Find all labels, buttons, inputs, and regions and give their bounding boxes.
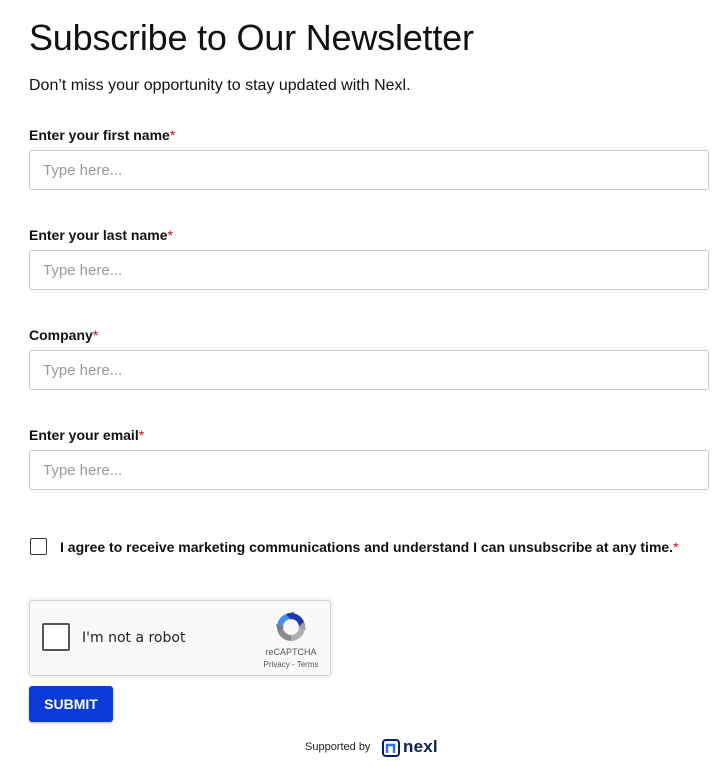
last-name-input[interactable] xyxy=(29,250,709,290)
nexl-logo-icon[interactable] xyxy=(382,739,400,757)
required-marker: * xyxy=(673,539,679,555)
last-name-label: Enter your last name* xyxy=(29,226,173,244)
consent-label: I agree to receive marketing communicati… xyxy=(60,538,679,556)
last-name-label-text: Enter your last name xyxy=(29,227,168,243)
required-marker: * xyxy=(92,327,99,343)
supported-by-footer: Supported by nexl xyxy=(305,737,505,758)
required-marker: * xyxy=(167,227,173,243)
first-name-label: Enter your first name* xyxy=(29,126,175,144)
required-marker: * xyxy=(169,127,176,143)
required-marker: * xyxy=(138,427,145,443)
first-name-input[interactable] xyxy=(29,150,709,190)
newsletter-form-page: Subscribe to Our Newsletter Don’t miss y… xyxy=(29,0,709,784)
email-label-text: Enter your email xyxy=(29,427,139,443)
recaptcha-brand: reCAPTCHA xyxy=(265,647,317,657)
recaptcha-privacy-terms-link[interactable]: Privacy - Terms xyxy=(250,660,332,669)
recaptcha-label: I'm not a robot xyxy=(82,630,186,646)
consent-checkbox[interactable] xyxy=(30,538,47,555)
company-label-text: Company xyxy=(29,327,93,343)
nexl-brand-name[interactable]: nexl xyxy=(403,737,438,757)
email-label: Enter your email* xyxy=(29,426,144,444)
submit-button[interactable]: SUBMIT xyxy=(29,686,113,722)
recaptcha-widget: I'm not a robot reCAPTCHA Privacy - Term… xyxy=(29,600,331,676)
company-label: Company* xyxy=(29,326,98,344)
first-name-label-text: Enter your first name xyxy=(29,127,170,143)
consent-row: I agree to receive marketing communicati… xyxy=(29,537,709,557)
recaptcha-checkbox[interactable] xyxy=(42,623,70,651)
consent-text: I agree to receive marketing communicati… xyxy=(60,539,674,555)
page-subtitle: Don’t miss your opportunity to stay upda… xyxy=(29,77,411,94)
email-input[interactable] xyxy=(29,450,709,490)
supported-by-text: Supported by xyxy=(305,741,371,753)
page-title: Subscribe to Our Newsletter xyxy=(29,17,474,58)
recaptcha-logo-icon xyxy=(276,612,306,641)
company-input[interactable] xyxy=(29,350,709,390)
